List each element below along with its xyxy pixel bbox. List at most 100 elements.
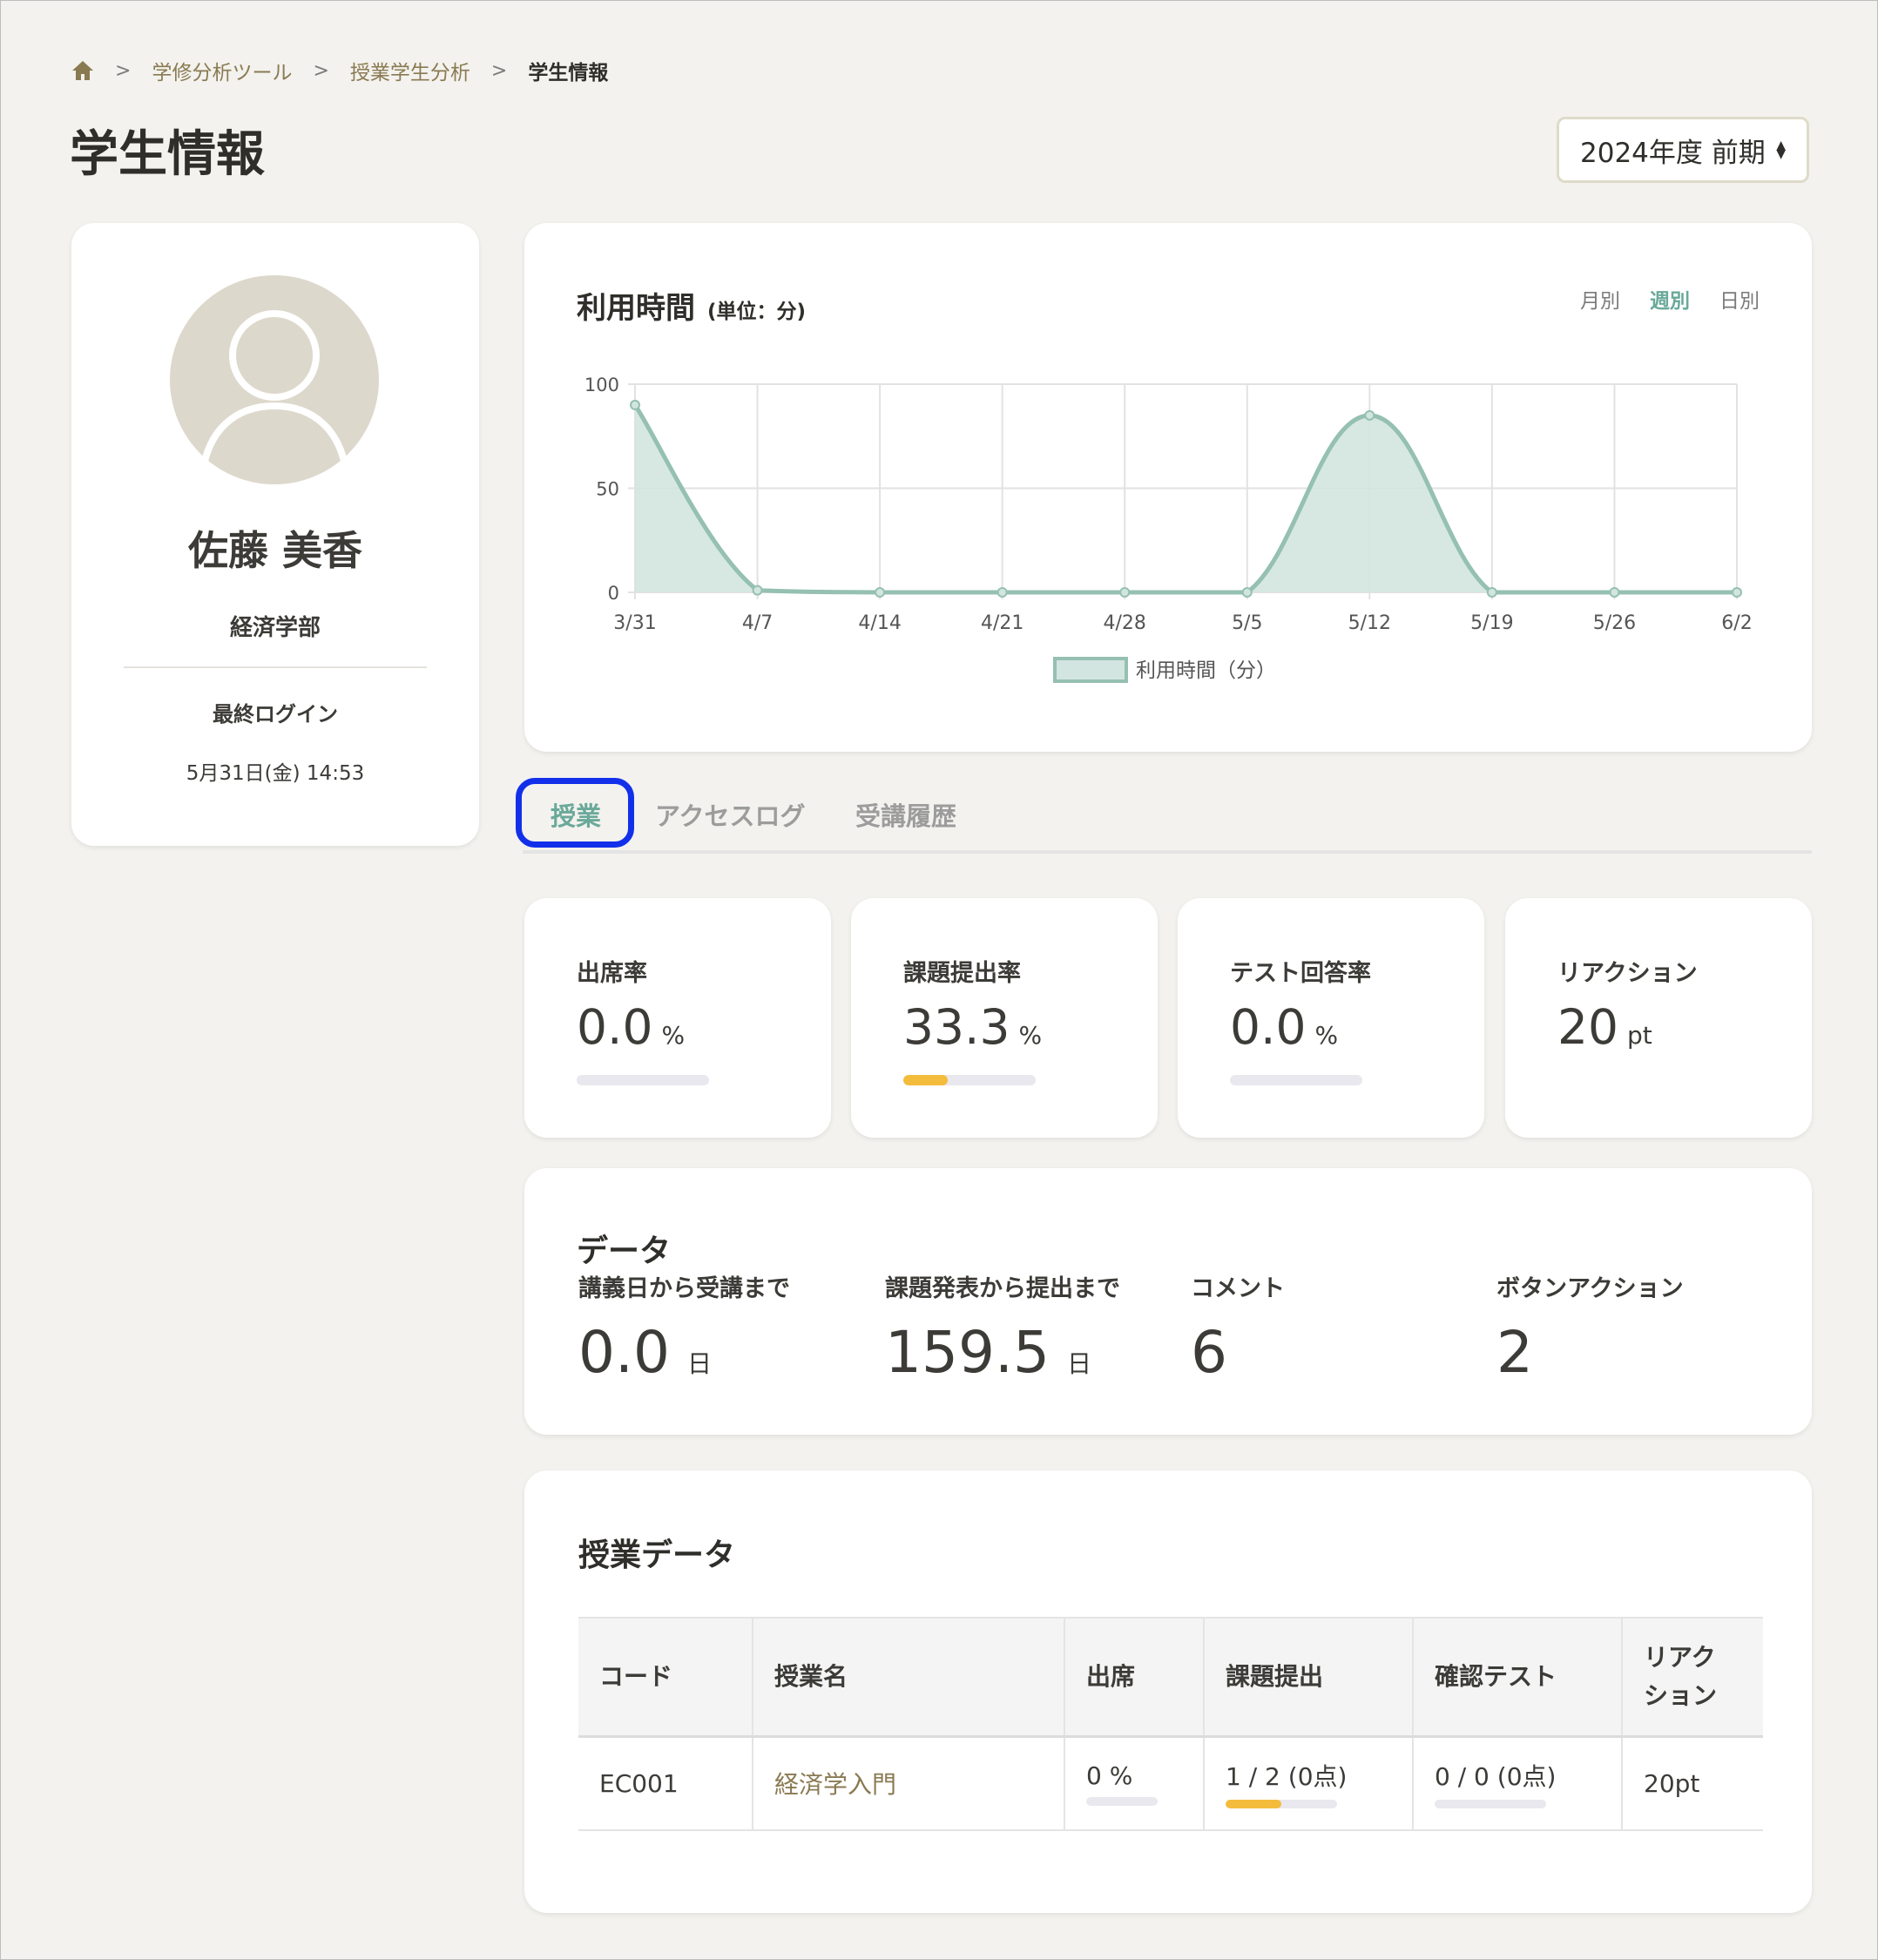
x-tick-label: 5/19 <box>1470 612 1513 634</box>
data-point <box>1241 587 1253 598</box>
y-tick-label: 100 <box>584 375 619 395</box>
cell-assignment: 1 / 2 (0点) <box>1204 1736 1414 1831</box>
metric-card-assignment: 課題提出率 33.3% <box>851 898 1158 1138</box>
stat-label: コメント <box>1191 1275 1285 1302</box>
metric-value: 0.0% <box>577 999 686 1055</box>
stat-value: 0.0 日 <box>578 1319 712 1386</box>
last-login-label: 最終ログイン <box>213 702 338 727</box>
data-point <box>996 587 1008 598</box>
cell-attendance: 0 % <box>1064 1736 1205 1831</box>
stat-assignment-to-submit: 課題発表から提出まで 159.5 日 <box>885 1269 1120 1386</box>
stat-button-actions: ボタンアクション 2 <box>1496 1269 1684 1386</box>
stat-value: 159.5 日 <box>885 1319 1091 1386</box>
updown-icon: ▲ ▼ <box>1776 139 1786 161</box>
usage-chart: 0 50 100 3/31 4/7 4/14 4/21 4/28 5/5 5/12 5/19 5/26… <box>584 375 1753 683</box>
stat-label: 講義日から受講まで <box>578 1275 790 1302</box>
profile-card: 佐藤 美香 経済学部 最終ログイン 5月31日(金) 14:53 <box>71 223 479 846</box>
metric-value: 33.3% <box>903 999 1043 1055</box>
page-title: 学生情報 <box>70 126 265 183</box>
stat-lecture-to-view: 講義日から受講まで 0.0 日 <box>578 1269 790 1386</box>
tab-access-log[interactable]: アクセスログ <box>655 796 806 833</box>
column-header-reaction: リアク ション <box>1622 1617 1763 1738</box>
x-tick-label: 4/7 <box>742 612 773 634</box>
data-point <box>1609 587 1620 598</box>
column-header-assignment: 課題提出 <box>1204 1617 1414 1738</box>
tab-bar: 授業 アクセスログ 受講履歴 <box>516 775 1812 854</box>
breadcrumb: > 学修分析ツール > 授業学生分析 > 学生情報 <box>71 56 608 85</box>
assignment-value: 1 / 2 (0点) <box>1226 1762 1348 1792</box>
divider <box>124 666 427 668</box>
breadcrumb-current: 学生情報 <box>528 62 609 84</box>
tab-enrollment-history[interactable]: 受講履歴 <box>855 796 956 833</box>
table-header-row: コード 授業名 出席 課題提出 確認テスト リアク ション <box>578 1617 1763 1738</box>
series-area <box>635 404 1737 592</box>
usage-chart-card: 利用時間 (単位：分) 月別 週別 日別 0 50 100 3/31 4/7 4/14 4/2… <box>524 223 1812 752</box>
home-icon[interactable] <box>71 60 94 81</box>
data-point <box>1732 587 1742 598</box>
x-tick-label: 5/12 <box>1348 612 1391 634</box>
column-header-test: 確認テスト <box>1413 1617 1623 1738</box>
breadcrumb-link-course-analysis[interactable]: 授業学生分析 <box>350 56 470 85</box>
course-table-title: 授業データ <box>578 1538 736 1573</box>
data-title: データ <box>577 1233 672 1269</box>
metric-card-attendance: 出席率 0.0% <box>524 898 831 1138</box>
user-avatar-icon <box>170 275 379 484</box>
metric-card-reaction: リアクション 20 pt <box>1505 898 1812 1138</box>
chevron-right-icon: > <box>115 59 132 82</box>
legend-swatch <box>1053 657 1128 683</box>
table-row: EC001 経済学入門 0 % 1 / 2 (0点) 0 / 0 (0点) 20… <box>578 1736 1763 1831</box>
stat-value: 2 <box>1496 1319 1533 1386</box>
progress-bar <box>577 1075 709 1085</box>
data-point <box>752 585 763 596</box>
metric-value: 0.0% <box>1230 999 1339 1055</box>
data-point <box>630 399 640 410</box>
metric-card-test: テスト回答率 0.0% <box>1178 898 1484 1138</box>
x-tick-label: 4/28 <box>1104 612 1146 634</box>
cell-course-name: 経済学入門 <box>753 1736 1065 1831</box>
x-tick-label: 5/5 <box>1232 612 1262 634</box>
x-tick-label: 4/21 <box>981 612 1023 634</box>
test-value: 0 / 0 (0点) <box>1435 1762 1557 1792</box>
stat-label: 課題発表から提出まで <box>885 1275 1120 1302</box>
progress-bar <box>1226 1800 1337 1809</box>
metric-label: リアクション <box>1557 960 1698 987</box>
breadcrumb-link-tool[interactable]: 学修分析ツール <box>152 56 292 85</box>
student-faculty: 経済学部 <box>229 615 321 641</box>
cell-test: 0 / 0 (0点) <box>1413 1736 1623 1831</box>
cell-reaction: 20pt <box>1622 1736 1763 1831</box>
column-header-attendance: 出席 <box>1064 1617 1205 1738</box>
x-tick-label: 4/14 <box>858 612 901 634</box>
progress-bar <box>1435 1800 1546 1809</box>
metric-label: 課題提出率 <box>903 960 1021 987</box>
legend-label: 利用時間（分） <box>1136 659 1276 682</box>
progress-bar <box>903 1075 1036 1085</box>
metric-value: 20 pt <box>1557 999 1652 1055</box>
attendance-value: 0 % <box>1086 1761 1133 1790</box>
x-tick-label: 6/2 <box>1721 612 1752 634</box>
progress-bar <box>1086 1796 1158 1806</box>
y-tick-label: 0 <box>608 583 619 604</box>
series-line <box>632 403 1737 595</box>
stat-value: 6 <box>1191 1319 1227 1386</box>
progress-bar <box>1230 1075 1362 1085</box>
stat-comments: コメント 6 <box>1191 1269 1285 1386</box>
student-name: 佐藤 美香 <box>187 527 362 574</box>
data-point <box>875 587 886 598</box>
data-point <box>1364 409 1375 421</box>
stat-label: ボタンアクション <box>1496 1275 1684 1302</box>
x-tick-label: 3/31 <box>613 612 656 634</box>
course-link[interactable]: 経済学入門 <box>774 1770 896 1799</box>
last-login-value: 5月31日(金) 14:53 <box>186 762 365 785</box>
data-point <box>1119 587 1131 598</box>
term-select[interactable]: 2024年度 前期 ▲ ▼ <box>1557 117 1809 183</box>
term-select-value: 2024年度 前期 <box>1580 137 1766 169</box>
course-table: コード 授業名 出席 課題提出 確認テスト リアク ション EC001 経済学入… <box>578 1617 1763 1831</box>
metric-label: テスト回答率 <box>1230 960 1371 987</box>
data-card: データ 講義日から受講まで 0.0 日 課題発表から提出まで 159.5 日 コメン… <box>524 1168 1812 1435</box>
chevron-right-icon: > <box>313 59 329 82</box>
x-tick-label: 5/26 <box>1593 612 1636 634</box>
y-tick-label: 50 <box>596 479 619 500</box>
data-point <box>1486 587 1497 598</box>
cell-code: EC001 <box>578 1736 753 1831</box>
tab-focus-ring <box>516 778 634 848</box>
